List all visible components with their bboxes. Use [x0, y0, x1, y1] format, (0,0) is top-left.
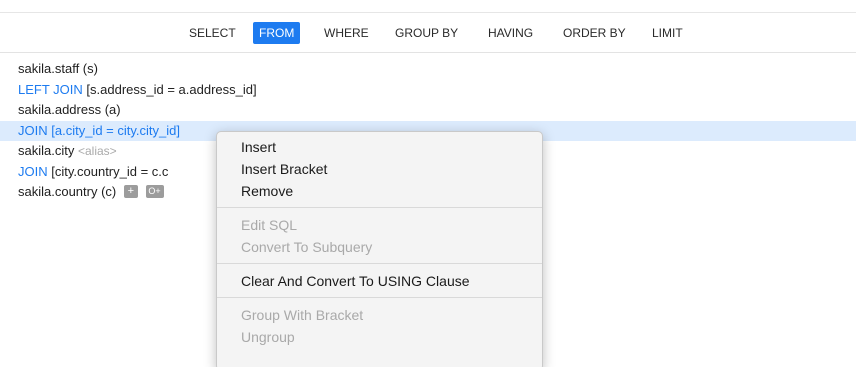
- tab-where[interactable]: WHERE: [318, 22, 375, 44]
- join-condition[interactable]: [a.city_id = city.city_id]: [51, 123, 180, 138]
- from-line-staff[interactable]: sakila.staff (s): [0, 59, 856, 80]
- menu-item-insert-bracket[interactable]: Insert Bracket: [217, 158, 542, 180]
- menu-separator: [217, 207, 542, 208]
- menu-item-edit-sql: Edit SQL: [241, 217, 298, 233]
- add-table-button[interactable]: +: [123, 185, 138, 199]
- table-name: sakila.city: [18, 143, 75, 158]
- menu-item-convert-to-subquery: Convert To Subquery: [241, 239, 373, 255]
- menu-item-clear-convert-using[interactable]: Clear And Convert To USING Clause: [217, 270, 542, 292]
- menu-separator: [217, 263, 542, 264]
- tab-select[interactable]: SELECT: [183, 22, 242, 44]
- add-join-button[interactable]: O+: [145, 185, 164, 199]
- join-condition[interactable]: [s.address_id = a.address_id]: [86, 82, 256, 97]
- table-name: sakila.address (a): [18, 102, 121, 117]
- menu-separator: [217, 297, 542, 298]
- tab-having[interactable]: HAVING: [482, 22, 539, 44]
- tab-limit[interactable]: LIMIT: [646, 22, 689, 44]
- table-name: sakila.country (c): [18, 184, 117, 199]
- from-line-left-join[interactable]: LEFT JOIN [s.address_id = a.address_id]: [0, 80, 856, 101]
- alias-placeholder[interactable]: <alias>: [78, 144, 117, 158]
- join-keyword[interactable]: JOIN: [18, 164, 48, 179]
- tab-group-by[interactable]: GROUP BY: [389, 22, 464, 44]
- from-line-address[interactable]: sakila.address (a): [0, 100, 856, 121]
- menu-item-insert[interactable]: Insert: [217, 136, 542, 158]
- join-condition[interactable]: [city.country_id = c.c: [51, 164, 168, 179]
- tab-order-by[interactable]: ORDER BY: [557, 22, 632, 44]
- menu-item-remove[interactable]: Remove: [217, 180, 542, 202]
- join-keyword[interactable]: LEFT JOIN: [18, 82, 83, 97]
- menu-item-ungroup: Ungroup: [241, 329, 295, 345]
- tabs-divider: [0, 52, 856, 53]
- context-menu: Insert Insert Bracket Remove Edit SQL Co…: [216, 131, 543, 367]
- top-divider: [0, 12, 856, 13]
- table-name: sakila.staff (s): [18, 61, 98, 76]
- menu-item-group-with-bracket: Group With Bracket: [241, 307, 364, 323]
- join-keyword[interactable]: JOIN: [18, 123, 48, 138]
- clause-tabs: SELECT FROM WHERE GROUP BY HAVING ORDER …: [0, 22, 856, 46]
- tab-from[interactable]: FROM: [253, 22, 301, 44]
